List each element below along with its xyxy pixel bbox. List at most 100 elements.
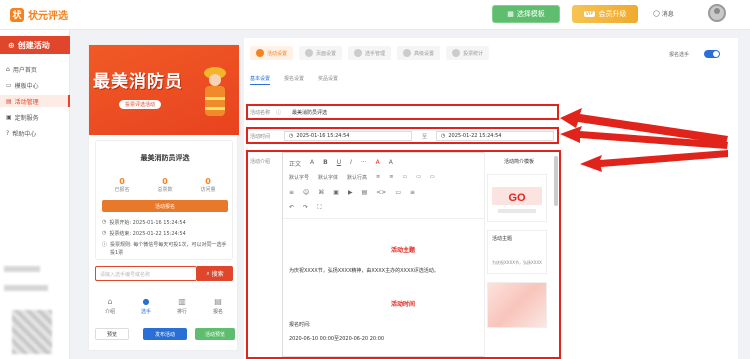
poster-subtitle: 投票评选活动	[119, 100, 162, 109]
subtab-signup[interactable]: 报名设置	[284, 75, 304, 85]
activity-name-input[interactable]: 最美消防员评选	[288, 107, 553, 117]
tab-vote-statistics[interactable]: 投票统计	[446, 46, 490, 60]
clock-icon: ◷	[102, 219, 107, 225]
messages-link[interactable]: ◯ 消息	[653, 9, 674, 18]
template-card[interactable]	[487, 282, 547, 328]
activity-preview-button[interactable]: 活动预览	[195, 328, 235, 340]
font-icon[interactable]: A	[310, 159, 314, 168]
paragraph-style-select[interactable]: 正文	[289, 159, 301, 168]
nav-intro[interactable]: ⌂ 介绍	[95, 297, 125, 315]
sidebar-item-help[interactable]: ? 帮助中心	[0, 127, 70, 139]
activity-title: 最美消防员评选	[140, 154, 190, 162]
vote-start-info: ◷ 投票开始: 2025-01-16 15:24:54	[102, 219, 186, 226]
search-button[interactable]: ⌕ 搜索	[197, 266, 233, 281]
subtab-prizes[interactable]: 奖品设置	[318, 75, 338, 85]
image-icon[interactable]: ▣	[333, 189, 339, 196]
align-icon[interactable]: ▭	[430, 174, 435, 181]
list-icon[interactable]: ≡	[376, 174, 380, 181]
stat-label: 访问量	[200, 187, 216, 193]
outdent-icon[interactable]: ▭	[416, 174, 421, 181]
font-color-icon[interactable]: A	[376, 159, 380, 168]
list-ordered-icon[interactable]: ≡	[389, 174, 393, 181]
folder-icon: ▭	[6, 81, 12, 89]
template-card-text: 为庆祝XXXX节，弘扬XXXX精神，由XXXX	[492, 260, 542, 265]
apply-button[interactable]: 活动报名	[102, 200, 228, 212]
template-card[interactable]: 活动主题 为庆祝XXXX节，弘扬XXXX精神，由XXXX	[487, 230, 547, 274]
subtab-basic[interactable]: 基本设置	[250, 75, 271, 85]
user-avatar[interactable]	[708, 4, 726, 22]
table-icon[interactable]: ▤	[362, 189, 368, 196]
end-time-input[interactable]: ◷ 2025-01-22 15:24:54	[436, 131, 554, 141]
preview-button[interactable]: 预览	[95, 328, 129, 340]
sidebar-item-label: 模板中心	[14, 82, 39, 90]
tab-label: 页面设置	[316, 50, 337, 57]
chart-icon: ▥	[178, 297, 186, 306]
template-card[interactable]: GO	[487, 174, 547, 222]
vip-upgrade-button[interactable]: VIP 会员升级	[572, 5, 638, 23]
start-time-value: 2025-01-16 15:24:54	[296, 133, 350, 139]
bold-icon[interactable]: B	[323, 159, 328, 168]
stat-signed-up: 0 已报名	[102, 177, 142, 193]
clear-format-icon[interactable]: ≡	[410, 189, 415, 196]
indent-icon[interactable]: ▭	[402, 174, 407, 181]
tab-advanced-settings[interactable]: 高级设置	[397, 46, 441, 60]
sidebar-item-home[interactable]: ⌂ 用户首页	[0, 63, 70, 75]
firefighter-illustration	[204, 67, 226, 116]
activity-info-card: 最美消防员评选 0 已报名 0 总票数 0 访问量 活动报名 ◷ 投票开始: 20…	[95, 140, 233, 260]
undo-icon[interactable]: ↶	[289, 204, 294, 212]
code-icon[interactable]: <>	[376, 189, 386, 196]
divider-icon[interactable]: ▭	[395, 189, 401, 196]
tab-player-management[interactable]: 选手管理	[348, 46, 392, 60]
nav-signup[interactable]: ▤ 报名	[203, 297, 233, 315]
page-icon	[305, 49, 314, 57]
search-icon: ⌕	[206, 269, 210, 277]
emoji-icon[interactable]: ☺	[303, 189, 309, 196]
font-family-select[interactable]: 默认字体	[318, 174, 338, 181]
stat-label: 总票数	[157, 187, 173, 193]
fullscreen-icon[interactable]: ⛶	[317, 204, 321, 212]
italic-icon[interactable]: I	[350, 159, 352, 168]
sidebar-item-templates[interactable]: ▭ 模板中心	[0, 79, 70, 91]
vote-end-info: ◷ 投票结束: 2025-01-22 15:24:54	[102, 230, 186, 237]
sidebar-item-label: 用户首页	[12, 66, 37, 74]
sidebar-item-activity-management[interactable]: ▤ 活动管理	[0, 95, 70, 107]
app-logo[interactable]: 状 状元评选	[10, 7, 68, 22]
tab-page-settings[interactable]: 页面设置	[299, 46, 343, 60]
line-height-select[interactable]: 默认行高	[347, 174, 367, 181]
font-size-select[interactable]: 默认字号	[289, 174, 309, 181]
sidebar-item-label: 定制服务	[14, 114, 39, 122]
info-text: 投票规则: 每个微信号每天可投1次，可以对同一选手投1票	[110, 242, 227, 256]
choose-template-button[interactable]: ▦ 选择模板	[492, 5, 560, 23]
underline-icon[interactable]: U	[337, 159, 341, 168]
create-activity-button[interactable]: ⊕ 创建活动	[0, 36, 70, 54]
template-scrollbar[interactable]	[554, 156, 558, 206]
more-icon[interactable]: ···	[361, 159, 367, 168]
calendar-icon: ◷	[289, 133, 294, 139]
vip-badge: VIP	[583, 11, 596, 17]
publish-button[interactable]: 发布活动	[143, 328, 187, 340]
signup-toggle[interactable]	[704, 50, 720, 58]
tab-activity-settings[interactable]: 活动设置	[250, 46, 294, 60]
stat-value: 0	[205, 177, 211, 186]
help-icon: ⓘ	[276, 110, 282, 116]
tab-label: 投票统计	[463, 50, 484, 57]
settings-icon	[256, 49, 264, 57]
create-activity-label: 创建活动	[17, 40, 50, 50]
toolbar-row: ↶ ↷ ⛶	[289, 204, 321, 212]
time-separator: 至	[422, 134, 428, 140]
video-icon[interactable]: ▶	[348, 189, 353, 196]
heading-icon[interactable]: ≡	[289, 189, 294, 196]
highlight-icon[interactable]: A	[389, 159, 393, 168]
stat-visits: 0 访问量	[188, 177, 228, 193]
redo-icon[interactable]: ↷	[303, 204, 308, 212]
start-time-input[interactable]: ◷ 2025-01-16 15:24:54	[284, 131, 412, 141]
tab-label: 选手管理	[365, 50, 386, 57]
nav-ranking[interactable]: ▥ 排行	[167, 297, 197, 315]
sidebar-item-custom-service[interactable]: ▣ 定制服务	[0, 111, 70, 123]
service-icon: ▣	[6, 113, 12, 121]
link-icon[interactable]: ⌘	[318, 189, 324, 196]
nav-players[interactable]: ● 选手	[131, 297, 161, 315]
nav-label: 排行	[176, 309, 187, 315]
player-search-input[interactable]: 请输入选手编号或名称	[95, 266, 197, 281]
blurred-info	[4, 285, 48, 291]
